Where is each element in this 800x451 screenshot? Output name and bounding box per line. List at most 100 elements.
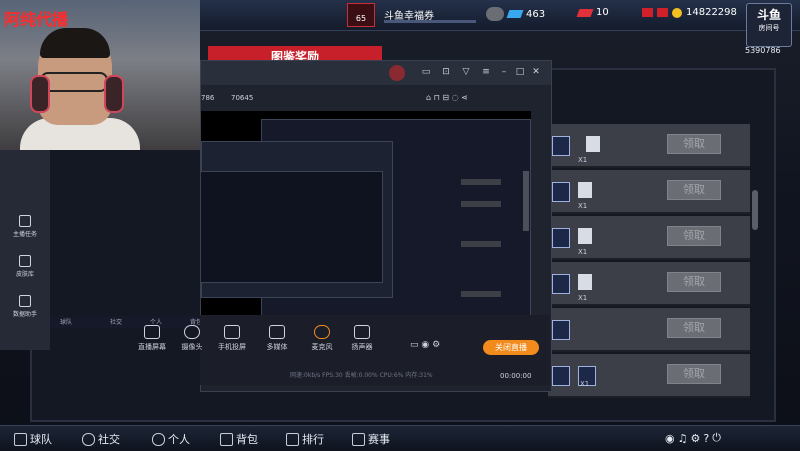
item-count: X1 bbox=[578, 248, 588, 256]
streaming-side-panel: 主播任务 皮肤库 数据助手 bbox=[0, 150, 50, 350]
microphone-icon bbox=[314, 325, 330, 339]
person-icon bbox=[152, 432, 165, 446]
phone-cast-button[interactable]: 手机投屏 bbox=[210, 325, 254, 352]
blue-gem-group[interactable]: 463 bbox=[486, 7, 545, 21]
nav-bag[interactable]: 背包 bbox=[220, 431, 258, 447]
headphone-icon bbox=[104, 75, 124, 113]
game-bottom-bar: 球队 社交 个人 背包 排行 赛事 ◉ ♫ ⚙? ⏻ bbox=[0, 425, 800, 451]
jersey-item bbox=[578, 182, 592, 198]
minimize-icon[interactable]: – bbox=[499, 67, 509, 77]
control-label: 手机投屏 bbox=[218, 343, 246, 351]
system-icons[interactable]: ◉ ♫ ⚙? ⏻ bbox=[665, 431, 721, 445]
microphone-button[interactable]: 麦克风 bbox=[300, 325, 344, 352]
ticket-progress bbox=[384, 20, 476, 23]
reward-row: 领取 bbox=[548, 308, 750, 352]
maximize-icon[interactable]: □ bbox=[515, 67, 525, 77]
player-card bbox=[552, 182, 570, 202]
player-card bbox=[552, 320, 570, 340]
record-settings-icons[interactable]: ▭ ◉ ⚙ bbox=[410, 340, 440, 350]
lock-icon bbox=[486, 7, 504, 21]
coins-group[interactable]: 14822298 bbox=[642, 7, 737, 18]
nav-label: 球队 bbox=[30, 433, 52, 446]
jersey-item bbox=[578, 274, 592, 290]
message-icon[interactable]: ▭ bbox=[421, 67, 431, 77]
nav-label: 背包 bbox=[236, 433, 258, 446]
claim-button[interactable]: 领取 bbox=[667, 272, 721, 292]
speaker-icon bbox=[354, 325, 370, 339]
preview-scrollbar[interactable] bbox=[523, 171, 529, 231]
trophy-icon bbox=[352, 432, 365, 446]
reward-row: X1 领取 bbox=[548, 124, 750, 168]
popularity-stat: 70645 bbox=[231, 94, 254, 102]
nav-social[interactable]: 社交 bbox=[82, 431, 120, 447]
coin-icon bbox=[672, 7, 682, 18]
camera-button[interactable]: 摄像头 bbox=[170, 325, 214, 352]
nested-claim-button bbox=[461, 179, 501, 185]
help-icon[interactable]: ? bbox=[703, 432, 709, 445]
control-label: 扬声器 bbox=[351, 343, 373, 351]
level-badge[interactable]: 65 bbox=[347, 3, 375, 27]
webcam-glasses bbox=[40, 72, 108, 92]
side-item-label: 主播任务 bbox=[12, 231, 37, 238]
screen-capture-button[interactable]: 直播屏幕 bbox=[130, 325, 174, 352]
task-icon bbox=[19, 215, 31, 227]
nav-events[interactable]: 赛事 bbox=[352, 431, 390, 447]
item-count: X1 bbox=[578, 156, 588, 164]
webcam-overlay: 阿纯代播 bbox=[0, 0, 200, 150]
ranking-icon bbox=[286, 432, 299, 446]
player-card bbox=[552, 274, 570, 294]
speaker-button[interactable]: 扬声器 bbox=[340, 325, 384, 352]
jersey-item bbox=[586, 136, 600, 152]
streaming-app-titlebar: ▭ ⊡ ▽ ≡ – □ ✕ bbox=[201, 61, 551, 85]
refresh-icon[interactable] bbox=[657, 8, 668, 17]
music-icon[interactable]: ♫ bbox=[678, 432, 688, 445]
control-label: 麦克风 bbox=[311, 343, 333, 351]
add-icon[interactable] bbox=[642, 8, 653, 17]
level-value: 65 bbox=[347, 3, 375, 27]
monitor-icon bbox=[144, 325, 160, 339]
side-item-data[interactable]: 数据助手 bbox=[0, 295, 50, 318]
reward-row: X1 领取 bbox=[548, 216, 750, 260]
nav-label: 排行 bbox=[302, 433, 324, 446]
claim-button[interactable]: 领取 bbox=[667, 134, 721, 154]
data-icon bbox=[19, 295, 31, 307]
side-item-tasks[interactable]: 主播任务 bbox=[0, 215, 50, 238]
nested-claim-button bbox=[461, 241, 501, 247]
blue-gem-icon bbox=[506, 10, 524, 18]
logo-subtext: 房间号 bbox=[758, 24, 780, 32]
red-gem-group[interactable]: 10 bbox=[576, 7, 609, 18]
claim-button[interactable]: 领取 bbox=[667, 226, 721, 246]
claim-button[interactable]: 领取 bbox=[667, 180, 721, 200]
reward-row: X1 领取 bbox=[548, 170, 750, 214]
claim-button[interactable]: 领取 bbox=[667, 364, 721, 384]
nested-claim-button bbox=[461, 291, 501, 297]
toolbar-icons[interactable]: ⌂ ⊓ ⊟ ◌ ⋖ bbox=[426, 93, 468, 102]
panel-scrollbar[interactable] bbox=[752, 190, 758, 230]
nav-ranking[interactable]: 排行 bbox=[286, 431, 324, 447]
player-card bbox=[552, 136, 570, 156]
eye-icon[interactable]: ◉ bbox=[665, 432, 675, 445]
menu-icon[interactable]: ≡ bbox=[481, 67, 491, 77]
settings-icon[interactable]: ⚙ bbox=[690, 432, 700, 445]
claim-button[interactable]: 领取 bbox=[667, 318, 721, 338]
nested-preview bbox=[201, 171, 383, 283]
streamer-name: 阿纯代播 bbox=[4, 10, 69, 29]
shirt-icon[interactable]: ⊡ bbox=[441, 67, 451, 77]
stop-live-button[interactable]: 关闭直播 bbox=[483, 340, 539, 355]
player-card bbox=[552, 228, 570, 248]
app-avatar[interactable] bbox=[389, 65, 405, 81]
reward-row: 领取 bbox=[548, 354, 750, 398]
nested-nav-item: 社交 bbox=[110, 319, 123, 326]
bag-icon bbox=[220, 432, 233, 446]
close-icon[interactable]: ✕ bbox=[531, 67, 541, 77]
status-bar: 网速:0kb/s FPS:30 丢帧:0.00% CPU:6% 内存:31% bbox=[290, 372, 433, 379]
nav-team[interactable]: 球队 bbox=[14, 431, 52, 447]
nested-nav-item: 球队 bbox=[60, 319, 73, 326]
play-icon bbox=[269, 325, 285, 339]
exit-icon[interactable]: ⏻ bbox=[712, 431, 721, 445]
filter-icon[interactable]: ▽ bbox=[461, 67, 471, 77]
side-item-skins[interactable]: 皮肤库 bbox=[0, 255, 50, 278]
nav-profile[interactable]: 个人 bbox=[152, 431, 190, 447]
red-gem-icon bbox=[576, 8, 594, 17]
media-button[interactable]: 多媒体 bbox=[255, 325, 299, 352]
